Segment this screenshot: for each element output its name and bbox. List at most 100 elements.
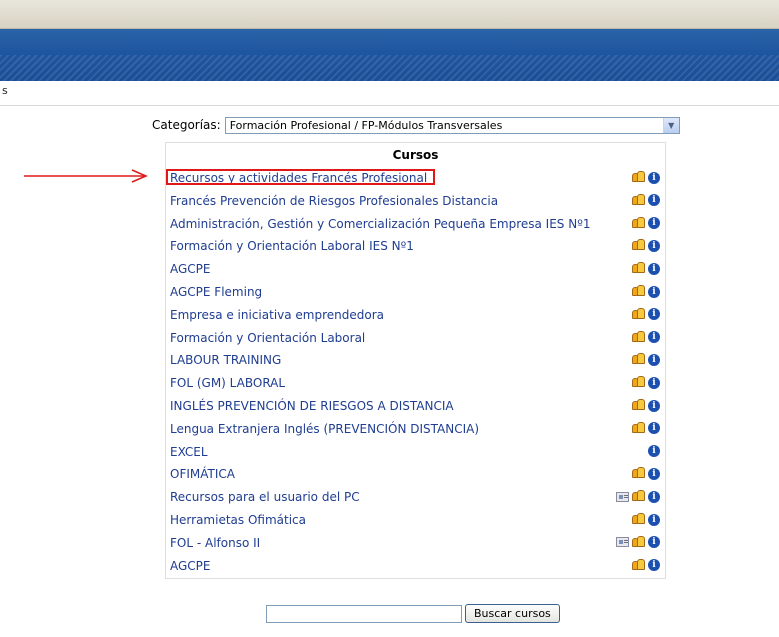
guest-access-icon [632,558,645,572]
course-link[interactable]: EXCEL [170,444,208,460]
course-link[interactable]: AGCPE [170,261,211,277]
course-icons: i [632,285,660,298]
guest-access-icon [632,421,645,435]
info-icon[interactable]: i [648,376,660,389]
course-row: Administración, Gestión y Comercializaci… [170,216,660,234]
guest-access-icon [632,262,645,275]
category-select-value: Formación Profesional / FP-Módulos Trans… [229,118,503,132]
guest-access-icon [632,490,645,503]
categories-label: Categorías: [152,118,221,132]
course-list-box: Cursos Recursos y actividades Francés Pr… [165,142,666,579]
course-row: Francés Prevención de Riesgos Profesiona… [170,193,660,211]
course-icons: i [632,307,660,321]
course-search: Buscar cursos [266,604,560,623]
course-link[interactable]: FOL - Alfonso II [170,535,260,551]
guest-access-icon [632,467,645,480]
course-link[interactable]: Francés Prevención de Riesgos Profesiona… [170,193,498,209]
info-icon[interactable]: i [648,262,660,275]
info-icon[interactable]: i [648,194,660,207]
info-icon[interactable]: i [648,239,660,252]
guest-access-icon [632,513,645,526]
info-icon[interactable]: i [648,353,660,366]
enrolment-key-icon [616,537,629,548]
course-link[interactable]: Recursos y actividades Francés Profesion… [170,170,427,186]
info-icon[interactable]: i [648,513,660,526]
course-link[interactable]: AGCPE [170,558,211,574]
guest-access-icon [632,330,645,344]
course-row: Lengua Extranjera Inglés (PREVENCIÓN DIS… [170,421,660,439]
course-row: FOL (GM) LABORAL i [170,375,660,393]
course-link[interactable]: Formación y Orientación Laboral IES Nº1 [170,238,414,254]
info-icon[interactable]: i [648,331,660,344]
course-icons: i [632,376,660,389]
info-icon[interactable]: i [648,308,660,321]
breadcrumb: s [2,84,8,97]
course-icons: i [632,171,660,184]
course-link[interactable]: AGCPE Fleming [170,284,262,300]
search-courses-button[interactable]: Buscar cursos [465,604,560,623]
course-icons: i [632,239,660,252]
course-icons: i [632,467,660,480]
guest-access-icon [632,376,645,389]
course-row: Recursos para el usuario del PC i [170,489,660,507]
course-row: INGLÉS PREVENCIÓN DE RIESGOS A DISTANCIA… [170,398,660,416]
guest-access-icon [632,535,645,549]
course-link[interactable]: Lengua Extranjera Inglés (PREVENCIÓN DIS… [170,421,479,437]
course-icons: i [616,535,660,549]
course-icons: i [632,216,660,230]
course-row: Recursos y actividades Francés Profesion… [170,170,660,188]
divider [0,105,779,106]
info-icon[interactable]: i [648,467,660,480]
info-icon[interactable]: i [648,536,660,549]
browser-top-bar [0,0,779,29]
red-arrow-annotation [24,169,148,183]
guest-access-icon [632,399,645,412]
info-icon[interactable]: i [648,422,660,435]
course-row: Formación y Orientación Laboral IES Nº1 i [170,238,660,256]
course-link[interactable]: Recursos para el usuario del PC [170,489,360,505]
course-link[interactable]: INGLÉS PREVENCIÓN DE RIESGOS A DISTANCIA [170,398,454,414]
info-icon[interactable]: i [648,444,660,457]
enrolment-key-icon [616,491,629,502]
banner-stripes [0,55,779,81]
info-icon[interactable]: i [648,399,660,412]
guest-access-icon [632,353,645,366]
course-link[interactable]: Herramietas Ofimática [170,512,306,528]
course-link[interactable]: Administración, Gestión y Comercializaci… [170,216,591,232]
courses-header: Cursos [392,148,439,162]
course-row: OFIMÁTICA i [170,466,660,484]
info-icon[interactable]: i [648,171,660,184]
course-row: Herramietas Ofimática i [170,512,660,530]
info-icon[interactable]: i [648,490,660,503]
course-row: FOL - Alfonso II i [170,535,660,553]
search-input[interactable] [266,604,462,623]
course-link[interactable]: Empresa e iniciativa emprendedora [170,307,384,323]
info-icon[interactable]: i [648,285,660,298]
guest-access-icon [632,216,645,230]
course-icons: i [632,421,660,435]
course-row: LABOUR TRAINING i [170,352,660,370]
course-link[interactable]: LABOUR TRAINING [170,352,281,368]
course-row: EXCEL i [170,444,660,462]
category-select[interactable]: Formación Profesional / FP-Módulos Trans… [224,116,680,134]
course-icons: i [632,558,660,572]
course-icons: i [632,330,660,344]
guest-access-icon [632,171,645,184]
guest-access-icon [632,193,645,207]
course-link[interactable]: Formación y Orientación Laboral [170,330,365,346]
course-link[interactable]: OFIMÁTICA [170,466,235,482]
course-row: AGCPE i [170,558,660,576]
course-icons: i [632,193,660,207]
guest-access-icon [632,239,645,252]
course-row: Empresa e iniciativa emprendedora i [170,307,660,325]
course-row: AGCPE i [170,261,660,279]
course-link[interactable]: FOL (GM) LABORAL [170,375,285,391]
course-icons: i [632,353,660,366]
guest-access-icon [632,307,645,321]
info-icon[interactable]: i [648,217,660,230]
info-icon[interactable]: i [648,559,660,572]
course-icons: i [616,490,660,503]
guest-access-icon [632,285,645,298]
chevron-down-icon[interactable]: ▼ [662,117,679,133]
course-icons: i [632,262,660,275]
